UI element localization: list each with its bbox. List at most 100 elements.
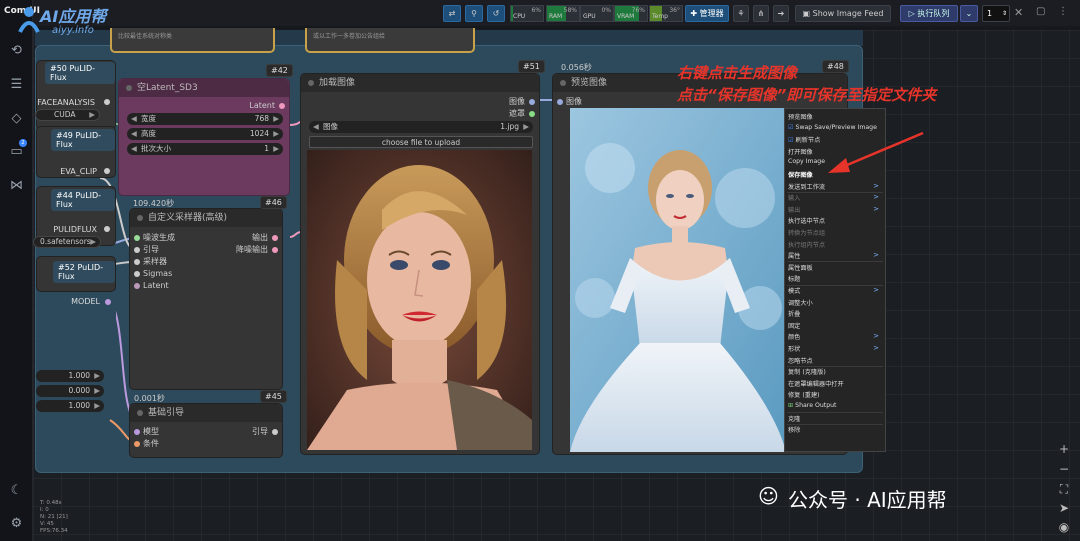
safetensors-select[interactable]: 0.safetensors ▶	[33, 236, 101, 248]
maximize-icon[interactable]: ▢	[1036, 6, 1045, 17]
output-dot[interactable]	[272, 429, 278, 435]
queue-icon[interactable]: ☰	[8, 76, 25, 93]
cube-icon[interactable]: ◇	[8, 110, 25, 127]
input-dot[interactable]	[134, 283, 140, 289]
output-denoised: 降噪输出	[236, 245, 268, 254]
context-menu-item[interactable]: ⊞ Share Output	[788, 402, 882, 409]
queue-count-input[interactable]: 1 ⇕	[982, 5, 1010, 22]
latent-output-dot[interactable]	[279, 103, 285, 109]
submenu-chevron-icon: >	[873, 193, 879, 202]
context-menu-item[interactable]: 形状 >	[788, 344, 882, 353]
show-image-feed-button[interactable]: ▣ Show Image Feed	[795, 5, 891, 22]
image-select[interactable]: ◀ 图像 1.jpg ▶	[309, 121, 533, 133]
upload-button[interactable]: choose file to upload	[309, 136, 533, 148]
model-icon[interactable]: ⚘	[733, 5, 749, 22]
preview-time: 0.056秒	[561, 63, 592, 72]
output-dot[interactable]	[272, 247, 278, 253]
watermark-logo-text: AI应用帮	[40, 7, 107, 26]
context-menu-item[interactable]: 修复 (重建)	[788, 390, 882, 399]
context-menu-item[interactable]: 执行选中节点	[788, 216, 882, 225]
input-cond: 条件	[143, 439, 159, 448]
custom-sampler-node[interactable]: 自定义采样器(高级) 噪波生成 引导 采样器 Sigmas Latent 输出 …	[129, 208, 283, 390]
basic-guider-node[interactable]: 基础引导 模型 条件 引导	[129, 403, 283, 458]
input-dot[interactable]	[134, 247, 140, 253]
theme-moon-icon[interactable]: ☾	[8, 482, 25, 499]
input-dot[interactable]	[134, 235, 140, 241]
share-icon[interactable]: ➔	[773, 5, 789, 22]
context-menu-item[interactable]: 在遮罩编辑器中打开	[788, 379, 882, 388]
send-icon[interactable]: ➤	[1057, 501, 1071, 515]
input-dot[interactable]	[134, 429, 140, 435]
sampler-title[interactable]: 自定义采样器(高级)	[130, 209, 282, 227]
context-menu-item[interactable]: 克隆	[788, 414, 882, 423]
context-menu-item[interactable]: 预览图像	[788, 112, 882, 121]
slot-dot[interactable]	[104, 168, 110, 174]
slot-dot[interactable]	[105, 299, 111, 305]
pin-icon[interactable]: ⚲	[465, 5, 483, 22]
left-widget-2[interactable]: 0.000 ▶	[36, 385, 104, 397]
output-image: 图像	[509, 97, 525, 106]
eye-icon[interactable]: ◉	[1057, 520, 1071, 534]
badge: 2	[19, 139, 27, 147]
output-dot[interactable]	[529, 111, 535, 117]
history-icon[interactable]: ⟲	[8, 42, 25, 59]
input-dot[interactable]	[134, 259, 140, 265]
guide-title[interactable]: 基础引导	[130, 404, 282, 422]
manager-button[interactable]: ✚ 管理器	[685, 5, 729, 22]
node-id-45: #45	[260, 390, 287, 403]
run-queue-button[interactable]: ▷ 执行队列	[900, 5, 958, 22]
context-menu-item[interactable]: 发送到工作流 >	[788, 182, 882, 191]
context-menu-item[interactable]: 固定	[788, 321, 882, 330]
input-sigmas: Sigmas	[143, 269, 173, 278]
slot-dot[interactable]	[104, 226, 110, 232]
context-menu-item[interactable]: 忽略节点	[788, 356, 882, 365]
context-menu-item[interactable]: 复制 (克隆版)	[788, 367, 882, 376]
context-menu-item[interactable]: 调整大小	[788, 298, 882, 307]
zoom-out-icon[interactable]: −	[1057, 462, 1071, 476]
annotation-line-1: 右键点击生成图像	[677, 64, 798, 82]
node-id-49: #49 PuLID-Flux	[51, 129, 115, 151]
slot-dot[interactable]	[104, 99, 110, 105]
node-tree-icon[interactable]: ⋈	[8, 177, 25, 194]
context-menu-item[interactable]: 属性面板	[788, 263, 882, 272]
run-options-chevron-icon[interactable]: ⌄	[960, 5, 978, 22]
batch-widget[interactable]: ◀ 批次大小 1 ▶	[127, 143, 283, 155]
pulid-flux-node-49[interactable]: #49 PuLID-Flux EVA_CLIP	[36, 126, 116, 178]
generated-bride-image[interactable]	[570, 108, 786, 452]
context-menu-item[interactable]: 属性 >	[788, 251, 882, 260]
meter-cpu: CPU 6%	[510, 5, 544, 22]
restart-icon[interactable]: ↺	[487, 5, 505, 22]
left-widget-3[interactable]: 1.000 ▶	[36, 400, 104, 412]
meter-ram: RAM 58%	[546, 5, 580, 22]
annotation-line-2: 点击“保存图像”即可保存至指定文件夹	[677, 86, 937, 104]
context-menu-item[interactable]: 颜色 >	[788, 332, 882, 341]
cuda-select[interactable]: CUDA ▶	[35, 109, 100, 121]
height-widget[interactable]: ◀ 高度 1024 ▶	[127, 128, 283, 140]
input-dot[interactable]	[557, 99, 563, 105]
image-icon: ▣	[802, 9, 811, 18]
context-menu-item[interactable]: 移除	[788, 425, 882, 434]
zoom-in-icon[interactable]: +	[1057, 442, 1071, 456]
width-widget[interactable]: ◀ 宽度 768 ▶	[127, 113, 283, 125]
input-dot[interactable]	[134, 271, 140, 277]
settings-gear-icon[interactable]: ⚙	[8, 515, 25, 532]
left-widget-1[interactable]: 1.000 ▶	[36, 370, 104, 382]
load-image-title[interactable]: 加载图像	[301, 74, 539, 92]
translate-icon[interactable]: ⇄	[443, 5, 461, 22]
output-dot[interactable]	[272, 235, 278, 241]
model-node-partial[interactable]: MODEL	[36, 292, 116, 354]
node-id-42: #42	[266, 64, 293, 77]
context-menu-item[interactable]: 标题	[788, 274, 882, 283]
context-menu-item[interactable]: 模式 >	[788, 286, 882, 295]
workflow-icon[interactable]: ⋔	[753, 5, 769, 22]
input-dot[interactable]	[134, 441, 140, 447]
fit-view-icon[interactable]: ⛶	[1057, 482, 1071, 496]
more-icon[interactable]: ⋮	[1058, 6, 1068, 17]
pulid-flux-node-52[interactable]: #52 PuLID-Flux	[36, 256, 116, 292]
latent-title[interactable]: 空Latent_SD3	[119, 79, 289, 97]
slot-eva-clip: EVA_CLIP	[60, 167, 97, 176]
context-menu-item[interactable]: 折叠	[788, 309, 882, 318]
output-dot[interactable]	[529, 99, 535, 105]
empty-latent-node[interactable]: 空Latent_SD3 Latent ◀ 宽度 768 ▶ ◀ 高度 1024 ▶ ◀ 批次大…	[118, 78, 290, 196]
close-icon[interactable]: ✕	[1014, 6, 1023, 19]
